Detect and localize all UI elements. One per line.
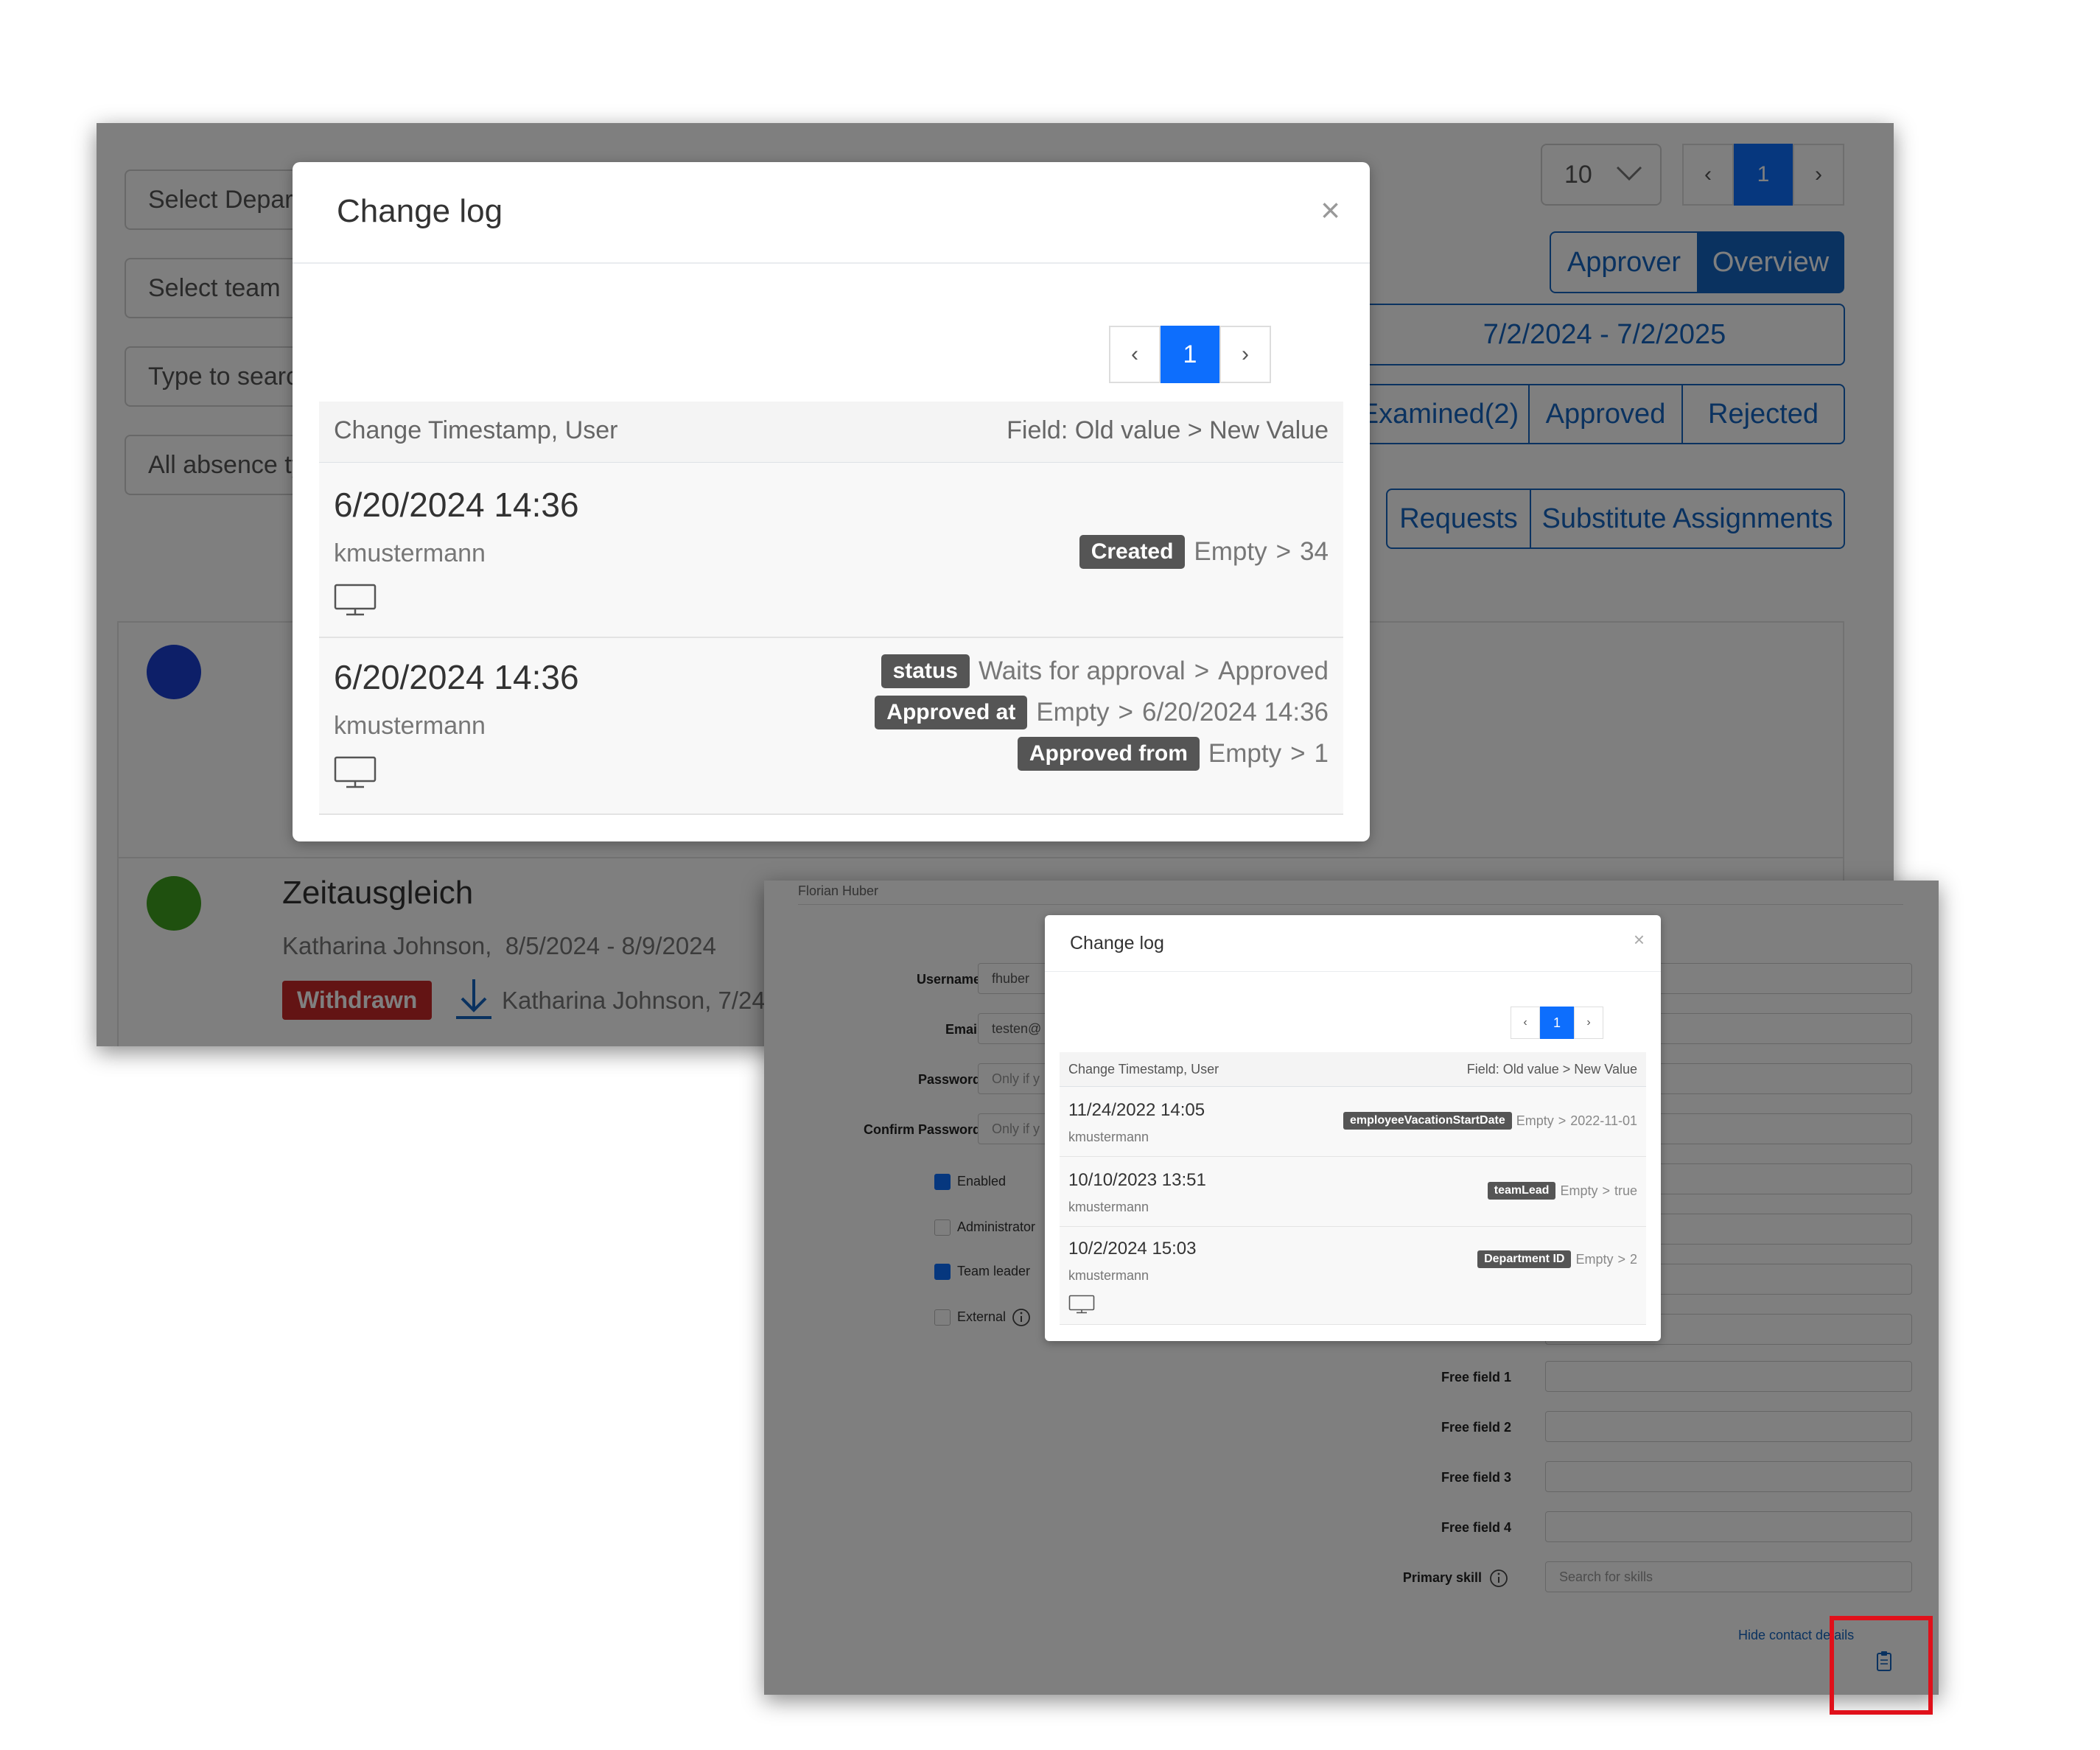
change-entry: Created Empty > 34 [1079, 535, 1329, 569]
field-tag: Approved at [875, 696, 1028, 729]
change-log-row: 6/20/2024 14:36 kmustermann Created Empt… [319, 463, 1343, 638]
modal-header: Change log × [1045, 915, 1661, 972]
old-value: Empty [1194, 537, 1267, 566]
change-log-row: 10/2/2024 15:03 kmustermann Department I… [1060, 1227, 1646, 1325]
change-timestamp: 10/10/2023 13:51 [1068, 1170, 1206, 1190]
highlight-box [1830, 1616, 1933, 1715]
change-timestamp: 10/2/2024 15:03 [1068, 1239, 1197, 1259]
new-value: 2022-11-01 [1570, 1113, 1637, 1128]
close-icon[interactable]: × [1320, 190, 1340, 230]
pagination-page-1[interactable]: 1 [1540, 1007, 1574, 1039]
change-user: kmustermann [1068, 1130, 1149, 1144]
new-value: 2 [1629, 1251, 1637, 1267]
change-log-row: 6/20/2024 14:36 kmustermann status Waits… [319, 638, 1343, 815]
close-icon[interactable]: × [1634, 928, 1645, 951]
field-tag: employeeVacationStartDate [1343, 1112, 1512, 1130]
old-value: Empty [1575, 1251, 1614, 1267]
pagination-prev[interactable]: ‹ [1109, 326, 1161, 383]
header-timestamp-user: Change Timestamp, User [1068, 1062, 1219, 1077]
modal-header: Change log × [293, 162, 1370, 264]
header-timestamp-user: Change Timestamp, User [334, 416, 618, 444]
new-value: 34 [1300, 537, 1329, 566]
field-tag: Created [1079, 535, 1186, 569]
new-value: 1 [1314, 739, 1329, 768]
separator: > [1290, 739, 1306, 768]
separator: > [1275, 537, 1292, 566]
change-user: kmustermann [1068, 1268, 1149, 1283]
separator: > [1617, 1251, 1625, 1267]
change-log-modal-user: Change log × ‹ 1 › Change Timestamp, Use… [1045, 915, 1661, 1341]
old-value: Empty [1208, 739, 1282, 768]
modal-title: Change log [337, 193, 503, 229]
header-field-values: Field: Old value > New Value [1466, 1062, 1637, 1077]
field-tag: Approved from [1017, 737, 1200, 771]
change-log-table-header: Change Timestamp, User Field: Old value … [319, 402, 1343, 464]
old-value: Empty [1036, 698, 1110, 727]
separator: > [1558, 1113, 1567, 1128]
pagination-next[interactable]: › [1574, 1007, 1603, 1039]
change-log-modal: Change log × ‹ 1 › Change Timestamp, Use… [293, 162, 1370, 841]
separator: > [1602, 1183, 1610, 1198]
new-value: Approved [1218, 657, 1329, 685]
change-user: kmustermann [334, 539, 486, 567]
monitor-icon [334, 756, 377, 788]
separator: > [1194, 657, 1210, 685]
change-entry: employeeVacationStartDate Empty > 2022-1… [1343, 1112, 1637, 1130]
change-entry: status Waits for approval > Approved [881, 654, 1329, 688]
change-log-row: 10/10/2023 13:51 kmustermann teamLead Em… [1060, 1157, 1646, 1227]
field-tag: Department ID [1477, 1250, 1572, 1268]
pagination-next[interactable]: › [1219, 326, 1271, 383]
change-entry: Approved at Empty > 6/20/2024 14:36 [875, 696, 1329, 729]
header-field-values: Field: Old value > New Value [1007, 416, 1329, 444]
change-log-table-header: Change Timestamp, User Field: Old value … [1060, 1052, 1646, 1088]
monitor-icon [334, 584, 377, 616]
old-value: Waits for approval [978, 657, 1186, 685]
change-user: kmustermann [1068, 1200, 1149, 1214]
change-entry: Approved from Empty > 1 [1017, 737, 1329, 771]
pagination-prev[interactable]: ‹ [1511, 1007, 1540, 1039]
new-value: 6/20/2024 14:36 [1141, 698, 1329, 727]
modal-title: Change log [1070, 933, 1164, 953]
field-tag: teamLead [1487, 1182, 1556, 1200]
new-value: true [1614, 1183, 1637, 1198]
change-timestamp: 6/20/2024 14:36 [334, 486, 579, 524]
old-value: Empty [1560, 1183, 1598, 1198]
field-tag: status [881, 654, 970, 688]
change-timestamp: 11/24/2022 14:05 [1068, 1100, 1205, 1120]
separator: > [1118, 698, 1133, 727]
change-log-row: 11/24/2022 14:05 kmustermann employeeVac… [1060, 1087, 1646, 1157]
old-value: Empty [1516, 1113, 1554, 1128]
change-timestamp: 6/20/2024 14:36 [334, 658, 579, 696]
change-entry: Department ID Empty > 2 [1477, 1250, 1637, 1268]
monitor-icon [1068, 1295, 1095, 1314]
change-entry: teamLead Empty > true [1487, 1182, 1637, 1200]
change-user: kmustermann [334, 712, 486, 740]
pagination-page-1[interactable]: 1 [1161, 326, 1219, 383]
